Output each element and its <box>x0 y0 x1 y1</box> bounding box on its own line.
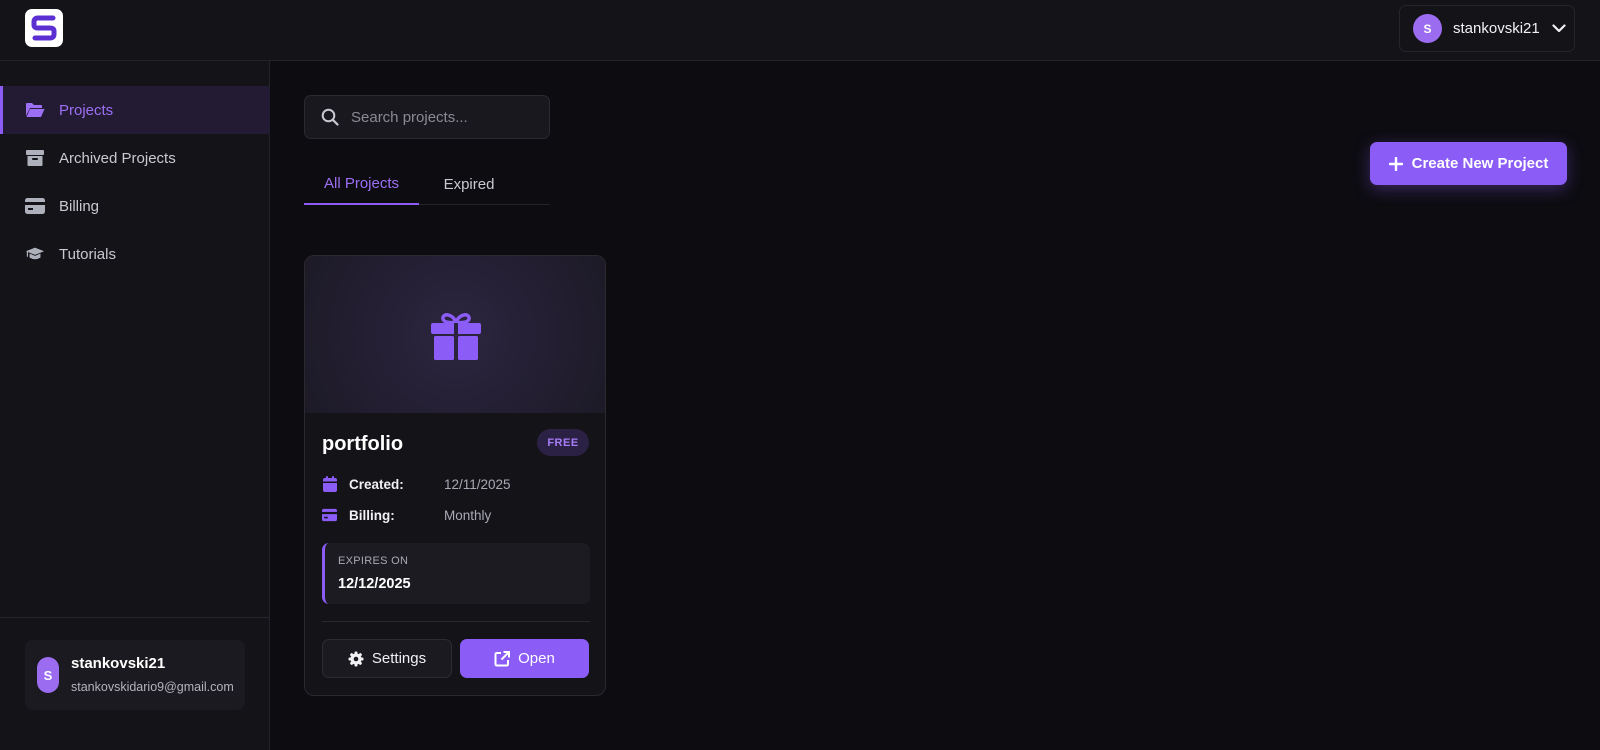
credit-card-icon <box>322 508 337 522</box>
header-username: stankovski21 <box>1453 20 1540 37</box>
sidebar-item-tutorials[interactable]: Tutorials <box>0 230 270 278</box>
sidebar-divider <box>0 617 270 618</box>
gift-icon <box>431 312 481 360</box>
open-button[interactable]: Open <box>460 639 589 678</box>
billing-value: Monthly <box>444 507 492 523</box>
project-card: portfolio FREE Created: 12/11/2025 Billi… <box>304 255 606 696</box>
logo-icon <box>31 15 57 41</box>
created-label: Created: <box>349 476 404 492</box>
billing-label: Billing: <box>349 507 395 523</box>
create-new-project-button[interactable]: Create New Project <box>1370 142 1567 185</box>
expires-box: EXPIRES ON 12/12/2025 <box>322 543 590 604</box>
sidebar-item-label: Tutorials <box>59 245 116 263</box>
create-new-project-label: Create New Project <box>1411 155 1549 172</box>
project-tabs: All Projects Expired <box>304 163 550 205</box>
expires-value: 12/12/2025 <box>338 576 411 592</box>
plus-icon <box>1388 156 1403 171</box>
created-value: 12/11/2025 <box>444 476 511 492</box>
sidebar-item-label: Projects <box>59 101 114 119</box>
billing-row: Billing: Monthly <box>322 505 491 525</box>
profile-email: stankovskidario9@gmail.com <box>71 680 234 694</box>
open-label: Open <box>518 650 555 667</box>
calendar-icon <box>322 476 337 492</box>
top-bar: S stankovski21 <box>0 0 1600 61</box>
app-logo[interactable] <box>25 9 63 47</box>
profile-card[interactable]: S stankovski21 stankovskidario9@gmail.co… <box>25 640 245 710</box>
avatar: S <box>1413 14 1442 43</box>
created-row: Created: 12/11/2025 <box>322 474 511 494</box>
graduation-cap-icon <box>25 244 45 264</box>
sidebar-item-projects[interactable]: Projects <box>0 86 270 134</box>
sidebar-item-archived-projects[interactable]: Archived Projects <box>0 134 270 182</box>
avatar: S <box>37 657 59 693</box>
search-icon <box>321 108 339 126</box>
card-divider <box>322 621 590 622</box>
sidebar-item-label: Archived Projects <box>59 149 176 167</box>
archive-box-icon <box>25 148 45 168</box>
tab-expired[interactable]: Expired <box>419 163 519 205</box>
expires-label: EXPIRES ON <box>338 555 409 567</box>
user-menu-button[interactable]: S stankovski21 <box>1399 5 1575 52</box>
plan-badge: FREE <box>537 429 589 456</box>
tab-all-projects[interactable]: All Projects <box>304 163 419 205</box>
chevron-down-icon <box>1552 24 1566 33</box>
project-thumbnail <box>305 256 605 413</box>
search-box <box>304 95 550 139</box>
settings-button[interactable]: Settings <box>322 639 452 678</box>
gear-icon <box>348 651 364 667</box>
project-name: portfolio <box>322 433 404 455</box>
sidebar-item-label: Billing <box>59 197 100 215</box>
profile-username: stankovski21 <box>71 655 166 672</box>
sidebar: Projects Archived Projects Billing Tutor… <box>0 61 270 750</box>
folder-open-icon <box>25 100 45 120</box>
external-link-icon <box>494 650 511 667</box>
sidebar-item-billing[interactable]: Billing <box>0 182 270 230</box>
settings-label: Settings <box>371 650 427 667</box>
search-input[interactable] <box>351 108 541 126</box>
credit-card-icon <box>25 196 45 216</box>
